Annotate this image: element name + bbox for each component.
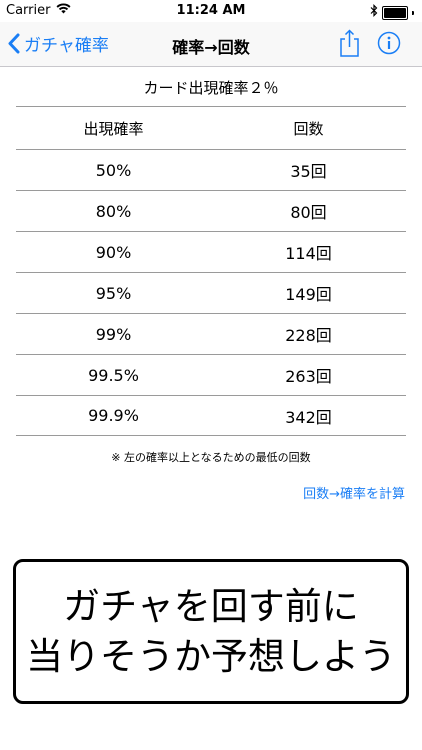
probability-cell: 99% [95, 324, 132, 344]
table-row: 80% 80回 [16, 190, 406, 231]
count-cell: 80回 [290, 203, 327, 222]
table-row: 99.5% 263回 [16, 354, 406, 395]
count-cell: 263回 [285, 367, 332, 386]
table-header-row: 出現確率 回数 [16, 106, 406, 149]
table-row: 90% 114回 [16, 231, 406, 272]
table-row: 95% 149回 [16, 272, 406, 313]
battery-tip [412, 10, 414, 15]
probability-cell: 95% [95, 283, 132, 303]
table-footnote: ※ 左の確率以上となるための最低の回数 [111, 451, 311, 464]
count-cell: 35回 [290, 162, 327, 181]
info-icon [377, 31, 401, 55]
count-cell: 228回 [285, 326, 332, 345]
status-time: 11:24 AM [176, 3, 246, 18]
status-bar: Carrier 11:24 AM [0, 0, 422, 22]
navigation-bar: ガチャ確率 確率→回数 [0, 22, 422, 67]
battery-icon [382, 5, 408, 20]
probability-table: 出現確率 回数 50% 35回 80% 80回 90% 114回 95% 149… [16, 106, 406, 436]
status-right [370, 4, 414, 21]
info-button[interactable] [377, 31, 401, 59]
table-row: 99% 228回 [16, 313, 406, 354]
probability-cell: 90% [95, 242, 132, 262]
share-button[interactable] [339, 29, 360, 61]
probability-cell: 99.5% [88, 365, 139, 385]
probability-subtitle: カード出現確率２％ [143, 79, 279, 97]
header-probability: 出現確率 [83, 119, 144, 138]
promo-banner: ガチャを回す前に 当りそうか予想しよう [13, 559, 409, 704]
bluetooth-icon [370, 4, 378, 21]
count-cell: 114回 [285, 244, 332, 263]
count-cell: 149回 [285, 285, 332, 304]
probability-cell: 80% [95, 201, 132, 221]
count-to-probability-link[interactable]: 回数→確率を計算 [303, 483, 405, 502]
promo-line-2: 当りそうか予想しよう [26, 634, 396, 678]
table-row: 99.9% 342回 [16, 395, 406, 436]
count-cell: 342回 [285, 407, 332, 427]
probability-cell: 99.9% [88, 406, 139, 425]
promo-line-1: ガチャを回す前に [63, 584, 359, 628]
header-count: 回数 [293, 119, 324, 138]
probability-cell: 50% [95, 160, 132, 180]
table-row: 50% 35回 [16, 149, 406, 190]
share-icon [340, 29, 359, 57]
